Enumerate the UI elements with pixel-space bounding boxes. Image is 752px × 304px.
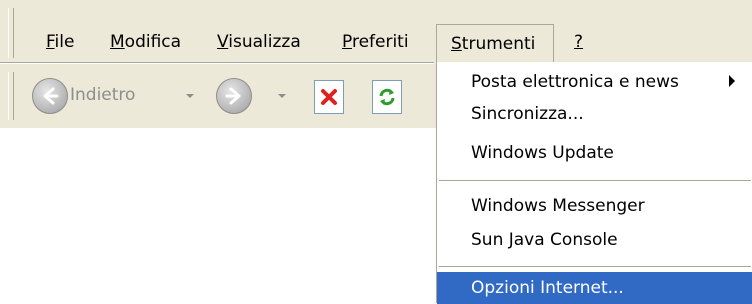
menu-item-sincronizza[interactable]: Sincronizza... <box>437 98 752 130</box>
forward-dropdown-arrow-icon[interactable] <box>278 94 286 98</box>
toolbar: Indietro <box>0 64 436 128</box>
menu-separator <box>439 180 751 182</box>
forward-arrow-icon <box>225 87 241 105</box>
menu-modifica-label: Modifica <box>110 32 182 52</box>
back-label[interactable]: Indietro <box>70 82 135 108</box>
menu-item-java-console-label: Sun Java Console <box>471 230 618 250</box>
menu-modifica[interactable]: Modifica <box>108 24 183 60</box>
submenu-arrow-icon <box>729 75 735 87</box>
browser-content-area <box>0 128 436 303</box>
menu-bar: File Modifica Visualizza Preferiti Strum… <box>0 0 752 64</box>
menu-separator <box>439 266 751 268</box>
toolbar-grip[interactable] <box>8 72 14 120</box>
menu-item-windows-messenger[interactable]: Windows Messenger <box>437 190 752 222</box>
menu-preferiti-label: Preferiti <box>342 32 409 52</box>
strumenti-dropdown-menu: Posta elettronica e news Sincronizza... … <box>436 62 752 304</box>
menu-item-windows-messenger-label: Windows Messenger <box>471 196 645 216</box>
back-button[interactable] <box>32 78 68 114</box>
menu-file[interactable]: File <box>44 24 76 60</box>
refresh-button[interactable] <box>372 80 402 114</box>
menu-help-label: ? <box>574 32 584 52</box>
back-dropdown-arrow-icon[interactable] <box>186 94 194 98</box>
menu-item-opzioni-internet[interactable]: Opzioni Internet... <box>437 272 752 304</box>
menu-item-java-console[interactable]: Sun Java Console <box>437 224 752 256</box>
menu-preferiti[interactable]: Preferiti <box>340 24 411 60</box>
menubar-grip[interactable] <box>8 8 14 58</box>
menu-file-label: File <box>46 32 75 52</box>
menu-strumenti-label: Strumenti <box>451 34 536 54</box>
stop-icon <box>321 89 337 105</box>
stop-button[interactable] <box>314 80 344 114</box>
menu-help[interactable]: ? <box>572 24 585 60</box>
menu-item-opzioni-internet-label: Opzioni Internet... <box>471 278 624 298</box>
back-arrow-icon <box>43 87 59 105</box>
menu-item-posta-label: Posta elettronica e news <box>471 72 679 92</box>
menu-strumenti[interactable]: Strumenti <box>436 24 554 62</box>
forward-button[interactable] <box>216 78 252 114</box>
menu-item-windows-update-label: Windows Update <box>471 143 614 163</box>
menu-item-sincronizza-label: Sincronizza... <box>471 104 584 124</box>
menu-visualizza-label: Visualizza <box>217 32 301 52</box>
menu-visualizza[interactable]: Visualizza <box>215 24 303 60</box>
refresh-icon <box>379 88 395 106</box>
menu-item-posta[interactable]: Posta elettronica e news <box>437 66 752 98</box>
menu-item-windows-update[interactable]: Windows Update <box>437 137 752 169</box>
